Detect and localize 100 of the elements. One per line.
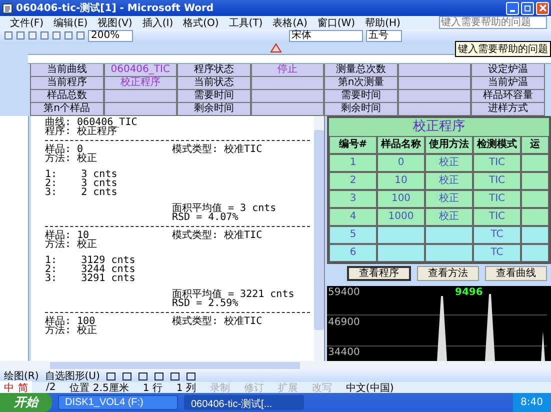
column-header: 检测模式: [473, 136, 521, 154]
table-cell: 第n次测量: [324, 77, 398, 90]
font-dropdown[interactable]: 宋体: [288, 30, 363, 42]
column-header: 样品名称: [377, 136, 425, 154]
table-cell: 校正: [425, 172, 473, 190]
view-button[interactable]: 查看曲线: [485, 266, 547, 281]
table-cell: TIC: [473, 172, 521, 190]
table-cell: 当前状态: [177, 77, 251, 90]
average-text: 面积平均值 = 3221 cnts: [171, 290, 296, 299]
table-cell: 设定炉温: [471, 64, 545, 77]
view-button[interactable]: 查看程序: [347, 266, 411, 281]
reading-text: 3: 2 cnts: [45, 188, 118, 197]
average-text: 面积平均值 = 3 cnts: [171, 204, 278, 213]
tooltip: 键入需要帮助的问题: [455, 41, 551, 57]
table-cell: 0: [377, 154, 425, 172]
page-count: /2: [46, 382, 56, 393]
horizontal-scrollbar[interactable]: [50, 362, 300, 369]
mode-text: 模式类型: 校准TIC: [172, 317, 264, 326]
close-icon: [538, 4, 546, 12]
reading-text: 1: 3129 cnts: [45, 256, 136, 265]
table-cell: 1: [329, 154, 377, 172]
font-size-dropdown[interactable]: 五号: [366, 30, 402, 42]
table-cell: 2: [329, 172, 377, 190]
language-text: 中文(中国): [346, 382, 394, 394]
menu-item[interactable]: 插入(I): [142, 16, 174, 30]
minimize-button[interactable]: [506, 2, 519, 14]
rsd-text: RSD = 4.07%: [171, 213, 240, 222]
taskbar-button[interactable]: DISK1_VOL4 (F:): [58, 395, 178, 410]
table-cell: 当前程序: [30, 77, 104, 90]
table-cell: 5: [329, 226, 377, 244]
table-cell: TIC: [473, 208, 521, 226]
sample-text: 样品: 0: [45, 145, 84, 154]
view-button[interactable]: 查看方法: [417, 266, 479, 281]
menu-item[interactable]: 编辑(E): [54, 16, 88, 30]
start-button[interactable]: 开始: [0, 393, 52, 412]
table-cell: 校正: [425, 208, 473, 226]
column-header: 编号#: [329, 136, 377, 154]
document-line: 曲线: 060406_TIC: [45, 118, 138, 127]
menu-item[interactable]: 工具(T): [228, 16, 263, 30]
axis-label: 46900: [328, 317, 360, 328]
autoshapes-menu[interactable]: 自选图形(U): [44, 369, 100, 383]
menu-item[interactable]: 帮助(H): [365, 16, 400, 30]
table-cell: 测量总次数: [324, 64, 398, 77]
table-cell: 1000: [377, 208, 425, 226]
input-method-indicator[interactable]: 中: [4, 380, 14, 394]
draw-menu[interactable]: 绘图(R): [4, 369, 39, 383]
reading-text: 3: 3291 cnts: [45, 274, 136, 283]
table-cell: 停止: [250, 64, 324, 77]
sample-text: 样品: 100: [45, 317, 96, 326]
menu-item[interactable]: 视图(V): [98, 16, 132, 30]
document-icon: [2, 2, 13, 14]
menu-item[interactable]: 窗口(W): [317, 16, 356, 30]
close-button[interactable]: [536, 2, 549, 14]
table-cell: TC: [473, 226, 521, 244]
table-cell: 校正: [425, 190, 473, 208]
zoom-dropdown[interactable]: 200%: [88, 30, 133, 42]
reading-text: 1: 3 cnts: [45, 170, 118, 179]
column-text: 1 列: [176, 382, 196, 394]
column-header: 运: [521, 136, 549, 154]
table-cell: 当前炉温: [471, 77, 545, 90]
table-cell: 100: [377, 190, 425, 208]
table-cell: 样品总数: [30, 90, 104, 103]
table-cell: 需要时间: [177, 90, 251, 103]
table-cell: TIC: [473, 154, 521, 172]
reading-text: 2: 3 cnts: [45, 179, 118, 188]
mode-text: 模式类型: 校准TIC: [172, 231, 264, 240]
position-text: 位置 2.5厘米: [70, 382, 129, 394]
table-cell: 样品环容量: [471, 90, 545, 103]
document-line: 程序: 校正程序: [45, 127, 118, 136]
peak-label: 9496: [455, 287, 483, 298]
axis-label: 34400: [328, 347, 360, 358]
table-cell: 4: [329, 208, 377, 226]
clock: 8:40: [512, 393, 551, 412]
table-cell: 当前曲线: [30, 64, 104, 77]
table-cell: 10: [377, 172, 425, 190]
reading-text: 2: 3244 cnts: [45, 265, 136, 274]
table-cell: 3: [329, 190, 377, 208]
restore-button[interactable]: [521, 2, 534, 14]
window-title: 060406-tic-测试[1] - Microsoft Word: [16, 2, 214, 15]
method-text: 方法: 校正: [45, 154, 98, 163]
scrollbar[interactable]: [314, 116, 324, 361]
mode-text: 模式类型: 校准TIC: [172, 145, 264, 154]
restore-icon: [524, 4, 532, 12]
table-cell: 060406_TIC: [104, 64, 178, 77]
table-cell: 程序状态: [177, 64, 251, 77]
help-search-field[interactable]: 键入需要帮助的问题: [439, 16, 547, 29]
table-cell: 校正程序: [104, 77, 178, 90]
menu-item[interactable]: 表格(A): [272, 16, 308, 30]
table-cell: TC: [473, 244, 521, 262]
taskbar-button[interactable]: 060406-tic-测试[...: [184, 395, 304, 410]
line-text: 1 行: [142, 382, 162, 394]
input-method-indicator[interactable]: 简: [18, 380, 28, 394]
method-text: 方法: 校正: [45, 326, 98, 335]
menu-item[interactable]: 格式(O): [183, 16, 219, 30]
table-cell: 需要时间: [324, 90, 398, 103]
method-text: 方法: 校正: [45, 240, 98, 249]
table-cell: 校正: [425, 154, 473, 172]
table-cell: 6: [329, 244, 377, 262]
table-cell: TIC: [473, 190, 521, 208]
menu-item[interactable]: 文件(F): [10, 16, 44, 30]
